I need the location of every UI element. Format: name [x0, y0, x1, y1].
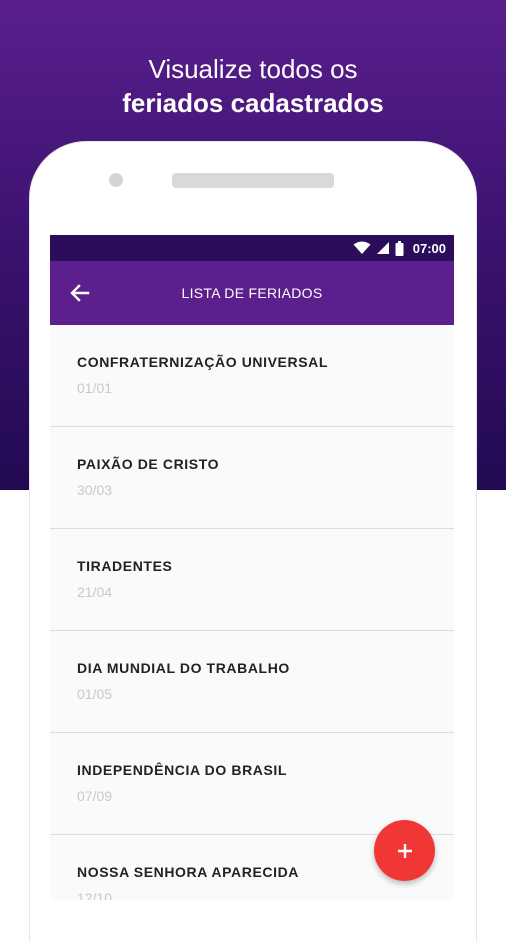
battery-icon	[395, 240, 404, 256]
list-item[interactable]: CONFRATERNIZAÇÃO UNIVERSAL 01/01	[50, 325, 454, 427]
holiday-name: INDEPENDÊNCIA DO BRASIL	[77, 762, 288, 778]
holiday-date: 01/05	[77, 686, 113, 702]
status-icons: 07:00	[353, 235, 446, 261]
status-time: 07:00	[412, 240, 446, 256]
status-bar: 07:00	[50, 235, 454, 261]
page-title: LISTA DE FERIADOS	[181, 285, 323, 301]
holiday-name: NOSSA SENHORA APARECIDA	[77, 864, 300, 880]
phone-camera	[109, 173, 123, 187]
holiday-date: 01/01	[77, 380, 113, 396]
list-item[interactable]: INDEPENDÊNCIA DO BRASIL 07/09	[50, 733, 454, 835]
headline-line-1: Visualize todos os	[148, 54, 358, 84]
list-item[interactable]: TIRADENTES 21/04	[50, 529, 454, 631]
holiday-list: CONFRATERNIZAÇÃO UNIVERSAL 01/01 PAIXÃO …	[50, 325, 454, 900]
wifi-icon	[353, 241, 371, 254]
add-holiday-button[interactable]	[374, 820, 435, 881]
holiday-name: CONFRATERNIZAÇÃO UNIVERSAL	[77, 354, 329, 370]
signal-icon	[376, 242, 389, 254]
holiday-date: 12/10	[77, 890, 113, 900]
phone-screen: 07:00 LISTA DE FERIADOS CONFRATERNIZAÇÃO…	[50, 235, 454, 900]
holiday-name: DIA MUNDIAL DO TRABALHO	[77, 660, 290, 676]
list-item[interactable]: DIA MUNDIAL DO TRABALHO 01/05	[50, 631, 454, 733]
holiday-name: TIRADENTES	[77, 558, 173, 574]
list-item[interactable]: PAIXÃO DE CRISTO 30/03	[50, 427, 454, 529]
holiday-name: PAIXÃO DE CRISTO	[77, 456, 220, 472]
phone-speaker	[172, 173, 334, 188]
headline-line-2: feriados cadastrados	[122, 88, 384, 118]
plus-icon	[397, 843, 412, 858]
holiday-date: 30/03	[77, 482, 113, 498]
promo-headline: Visualize todos os feriados cadastrados	[0, 52, 506, 120]
holiday-date: 07/09	[77, 788, 113, 804]
app-bar: LISTA DE FERIADOS	[50, 261, 454, 325]
holiday-date: 21/04	[77, 584, 113, 600]
